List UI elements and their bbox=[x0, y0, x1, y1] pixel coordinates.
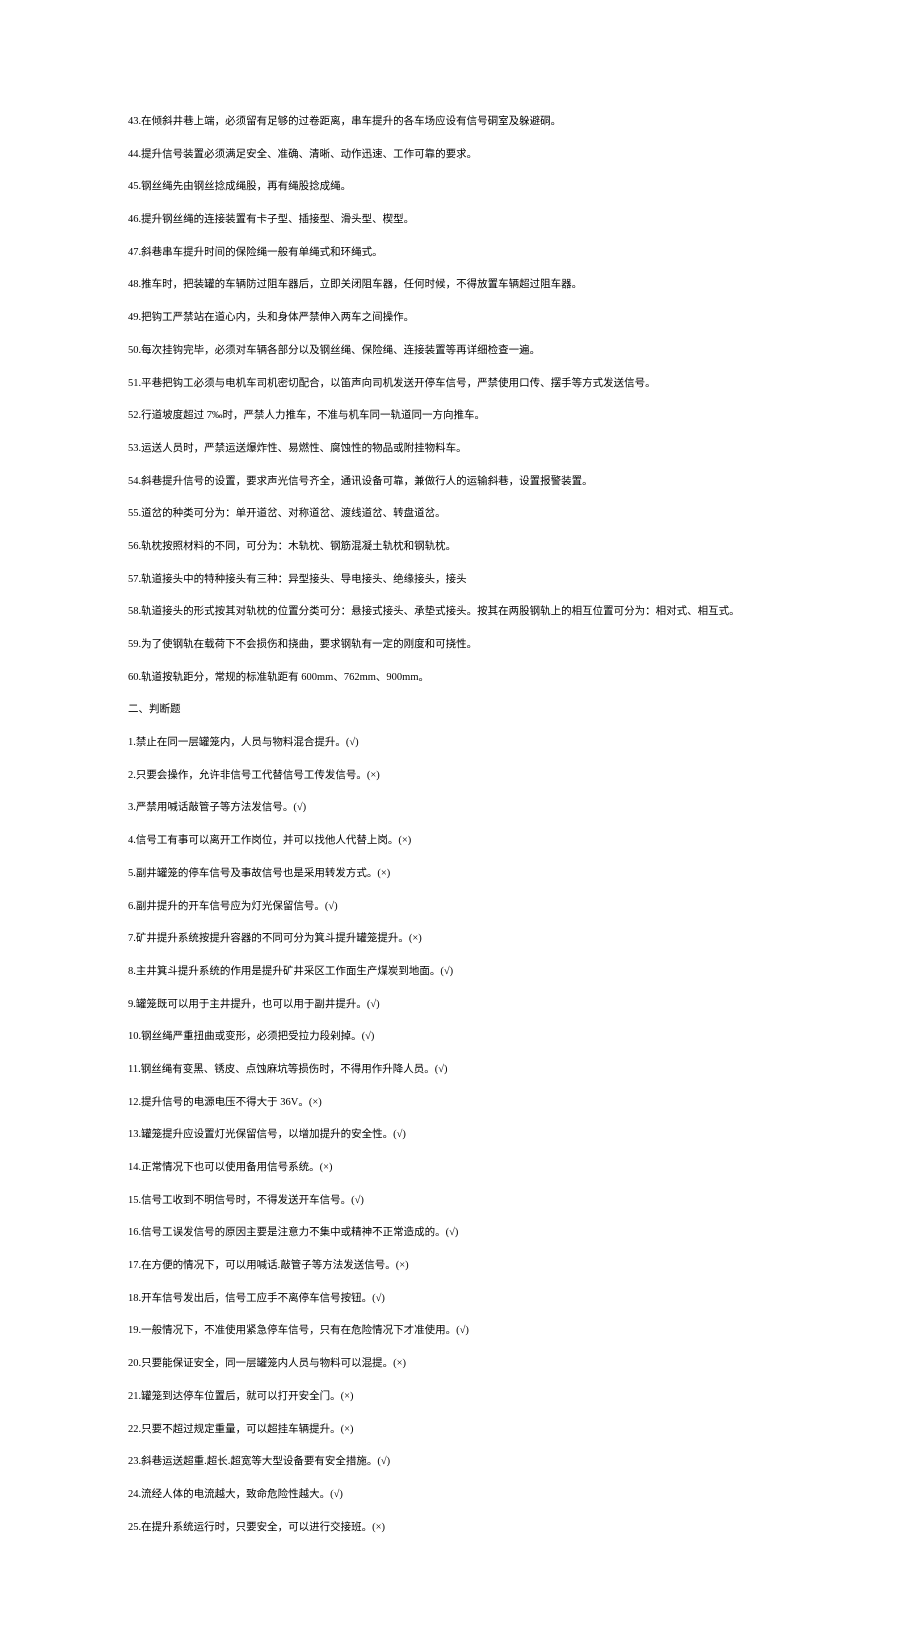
judgement-item: 14.正常情况下也可以使用备用信号系统。(×) bbox=[128, 1161, 792, 1176]
judgement-item: 3.严禁用喊话敲管子等方法发信号。(√) bbox=[128, 801, 792, 816]
judgement-item: 4.信号工有事可以离开工作岗位，并可以找他人代替上岗。(×) bbox=[128, 834, 792, 849]
judgement-item: 8.主井箕斗提升系统的作用是提升矿井采区工作面生产煤炭到地面。(√) bbox=[128, 965, 792, 980]
judgement-item: 18.开车信号发出后，信号工应手不离停车信号按钮。(√) bbox=[128, 1292, 792, 1307]
fill-blank-item: 51.平巷把钩工必须与电机车司机密切配合，以笛声向司机发送开停车信号，严禁使用口… bbox=[128, 377, 792, 392]
judgement-item: 7.矿井提升系统按提升容器的不同可分为箕斗提升罐笼提升。(×) bbox=[128, 932, 792, 947]
judgement-item: 19.一般情况下，不准使用紧急停车信号，只有在危险情况下才准使用。(√) bbox=[128, 1324, 792, 1339]
judgement-item: 6.副井提升的开车信号应为灯光保留信号。(√) bbox=[128, 900, 792, 915]
judgement-item: 24.流经人体的电流越大，致命危险性越大。(√) bbox=[128, 1488, 792, 1503]
judgement-item: 22.只要不超过规定重量，可以超挂车辆提升。(×) bbox=[128, 1423, 792, 1438]
fill-blank-item: 48.推车时，把装罐的车辆防过阻车器后，立即关闭阻车器，任何时候，不得放置车辆超… bbox=[128, 278, 792, 293]
fill-blank-item: 44.提升信号装置必须满足安全、准确、清晰、动作迅速、工作可靠的要求。 bbox=[128, 148, 792, 163]
fill-blank-item: 45.钢丝绳先由钢丝捻成绳股，再有绳股捻成绳。 bbox=[128, 180, 792, 195]
judgement-item: 9.罐笼既可以用于主井提升，也可以用于副井提升。(√) bbox=[128, 998, 792, 1013]
fill-blank-item: 47.斜巷串车提升时间的保险绳一般有单绳式和环绳式。 bbox=[128, 246, 792, 261]
fill-blank-item: 56.轨枕按照材料的不同，可分为：木轨枕、钢筋混凝土轨枕和钢轨枕。 bbox=[128, 540, 792, 555]
fill-blank-item: 53.运送人员时，严禁运送爆炸性、易燃性、腐蚀性的物品或附挂物料车。 bbox=[128, 442, 792, 457]
judgement-item: 15.信号工收到不明信号时，不得发送开车信号。(√) bbox=[128, 1194, 792, 1209]
fill-blank-item: 60.轨道按轨距分，常规的标准轨距有 600mm、762mm、900mm。 bbox=[128, 671, 792, 686]
fill-blank-item: 54.斜巷提升信号的设置，要求声光信号齐全，通讯设备可靠，兼做行人的运输斜巷，设… bbox=[128, 475, 792, 490]
judgement-item: 17.在方便的情况下，可以用喊话.敲管子等方法发送信号。(×) bbox=[128, 1259, 792, 1274]
judgement-item: 23.斜巷运送超重.超长.超宽等大型设备要有安全措施。(√) bbox=[128, 1455, 792, 1470]
judgement-item: 21.罐笼到达停车位置后，就可以打开安全门。(×) bbox=[128, 1390, 792, 1405]
fill-blank-item: 57.轨道接头中的特种接头有三种：异型接头、导电接头、绝缘接头，接头 bbox=[128, 573, 792, 588]
judgement-item: 16.信号工误发信号的原因主要是注意力不集中或精神不正常造成的。(√) bbox=[128, 1226, 792, 1241]
document-page: 43.在倾斜井巷上端，必须留有足够的过卷距离，串车提升的各车场应设有信号硐室及躲… bbox=[0, 0, 920, 1633]
judgement-item: 11.钢丝绳有变黑、锈皮、点蚀麻坑等损伤时，不得用作升降人员。(√) bbox=[128, 1063, 792, 1078]
judgement-item: 1.禁止在同一层罐笼内，人员与物料混合提升。(√) bbox=[128, 736, 792, 751]
fill-blank-item: 59.为了使钢轨在载荷下不会损伤和挠曲，要求钢轨有一定的刚度和可挠性。 bbox=[128, 638, 792, 653]
fill-blank-item: 58.轨道接头的形式按其对轨枕的位置分类可分：悬接式接头、承垫式接头。按其在两股… bbox=[128, 605, 792, 620]
fill-blank-item: 46.提升钢丝绳的连接装置有卡子型、插接型、滑头型、楔型。 bbox=[128, 213, 792, 228]
section-heading-judgement: 二、判断题 bbox=[128, 703, 792, 718]
fill-blank-item: 55.道岔的种类可分为：单开道岔、对称道岔、渡线道岔、转盘道岔。 bbox=[128, 507, 792, 522]
fill-blank-item: 43.在倾斜井巷上端，必须留有足够的过卷距离，串车提升的各车场应设有信号硐室及躲… bbox=[128, 115, 792, 130]
judgement-item: 10.钢丝绳严重扭曲或变形，必须把受拉力段剁掉。(√) bbox=[128, 1030, 792, 1045]
judgement-item: 5.副井罐笼的停车信号及事故信号也是采用转发方式。(×) bbox=[128, 867, 792, 882]
fill-blank-item: 50.每次挂钩完毕，必须对车辆各部分以及钢丝绳、保险绳、连接装置等再详细检查一遍… bbox=[128, 344, 792, 359]
fill-blank-item: 52.行道坡度超过 7‰时，严禁人力推车，不准与机车同一轨道同一方向推车。 bbox=[128, 409, 792, 424]
judgement-item: 12.提升信号的电源电压不得大于 36V。(×) bbox=[128, 1096, 792, 1111]
judgement-item: 13.罐笼提升应设置灯光保留信号，以增加提升的安全性。(√) bbox=[128, 1128, 792, 1143]
judgement-item: 20.只要能保证安全，同一层罐笼内人员与物料可以混提。(×) bbox=[128, 1357, 792, 1372]
fill-blank-item: 49.把钩工严禁站在道心内，头和身体严禁伸入两车之间操作。 bbox=[128, 311, 792, 326]
judgement-item: 25.在提升系统运行时，只要安全，可以进行交接班。(×) bbox=[128, 1521, 792, 1536]
judgement-item: 2.只要会操作，允许非信号工代替信号工传发信号。(×) bbox=[128, 769, 792, 784]
